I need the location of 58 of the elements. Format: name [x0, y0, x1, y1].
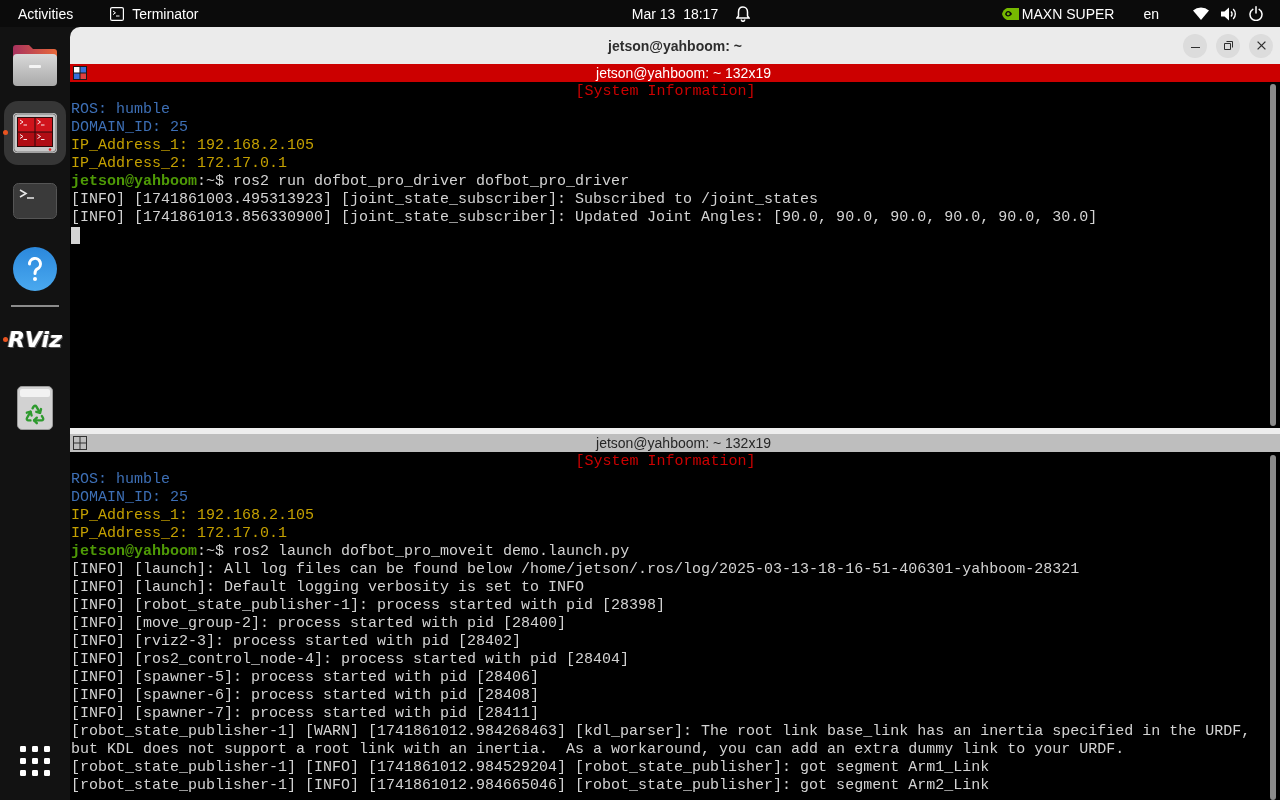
terminal-line: [INFO] [1741861013.856330900] [joint_state_subscriber]: Updated Joint Angles: [90.0, 90.0, 90.0, 90.0, 90.0, 30.0] [71, 209, 1098, 227]
terminal-line: [robot_state_publisher-1] [INFO] [1741861012.984665046] [robot_state_publisher]: got segment Arm2_Link [71, 777, 990, 795]
close-icon [1256, 41, 1266, 50]
terminal-line: jetson@yahboom:~$ ros2 run dofbot_pro_driver dofbot_pro_driver [71, 173, 630, 191]
minimize-icon [1190, 46, 1200, 49]
terminal-line: IP_Address_2: 172.17.0.1 [71, 155, 288, 173]
bell-icon [736, 5, 751, 22]
terminal-line: [INFO] [spawner-6]: process started with pid [28408] [71, 687, 540, 705]
terminal-line: [INFO] [1741861003.495313923] [joint_state_subscriber]: Subscribed to /joint_states [71, 191, 819, 209]
terminal-icon [13, 183, 57, 219]
dock-item[interactable]: RViz [4, 308, 66, 372]
app-menu-button[interactable]: Terminator [110, 4, 199, 23]
terminal-line: [INFO] [robot_state_publisher-1]: process started with pid [28398] [71, 597, 666, 615]
terminal-line: [robot_state_publisher-1] [WARN] [1741861012.984268463] [kdl_parser]: The root link base_link has an inertia specified in the URDF, but KDL does not support a root link with an inertia. As a workaround, you can add an extra dummy link to your URDF. [71, 723, 1252, 759]
terminal-line: [INFO] [spawner-7]: process started with pid [28411] [71, 705, 540, 723]
dock-item[interactable] [4, 101, 66, 165]
date-time-button[interactable]: Mar 13 18:17 [631, 4, 751, 23]
close-button[interactable] [1249, 33, 1273, 58]
terminal-icon [110, 6, 125, 21]
apps-grid-icon[interactable] [20, 746, 50, 776]
folder-icon [13, 44, 57, 86]
scrollbar-thumb[interactable] [1270, 84, 1276, 426]
terminal-line: DOMAIN_ID: 25 [71, 489, 189, 507]
help-icon [13, 247, 57, 291]
terminal-line: IP_Address_1: 192.168.2.105 [71, 507, 315, 525]
terminal-line: ROS: humble [71, 101, 171, 119]
volume-icon [1221, 6, 1237, 21]
terminal-line: ROS: humble [71, 471, 171, 489]
pane-title: jetson@yahboom: ~ 132x19 [596, 434, 771, 452]
restore-icon [1223, 41, 1233, 50]
terminal-line: jetson@yahboom:~$ ros2 launch dofbot_pro_moveit demo.launch.py [71, 543, 630, 561]
terminal-line: [INFO] [launch]: Default logging verbosity is set to INFO [71, 579, 585, 597]
grid-icon [73, 436, 87, 450]
terminal-line: IP_Address_1: 192.168.2.105 [71, 137, 315, 155]
logo-icon [1001, 7, 1019, 20]
system-menu-button[interactable] [1193, 4, 1263, 23]
terminal-line: DOMAIN_ID: 25 [71, 119, 189, 137]
grid-icon [73, 66, 87, 80]
activities-button[interactable]: Activities [18, 4, 74, 23]
window-title: jetson@yahboom: ~ [608, 36, 742, 55]
terminal-line: IP_Address_2: 172.17.0.1 [71, 525, 288, 543]
wifi-icon [1193, 7, 1209, 20]
terminal-line: [INFO] [ros2_control_node-4]: process started with pid [28404] [71, 651, 630, 669]
keyboard-layout-button[interactable]: en [1143, 4, 1159, 23]
terminal-line: [INFO] [move_group-2]: process started with pid [28400] [71, 615, 567, 633]
terminal-line: [INFO] [spawner-5]: process started with pid [28406] [71, 669, 540, 687]
terminal-heading: [System Information] [575, 83, 756, 101]
split-terminal-icon [13, 113, 57, 153]
terminal-heading: [System Information] [575, 453, 756, 471]
terminal-line: [INFO] [rviz2-3]: process started with pid [28402] [71, 633, 522, 651]
pane-title: jetson@yahboom: ~ 132x19 [596, 64, 771, 82]
terminal-line: [robot_state_publisher-1] [INFO] [1741861012.984529204] [robot_state_publisher]: got segment Arm1_Link [71, 759, 990, 777]
power-mode-button[interactable]: MAXN SUPER [1001, 4, 1115, 23]
trash-icon [17, 386, 53, 430]
scrollbar-thumb[interactable] [1270, 455, 1276, 800]
terminal-line: [INFO] [launch]: All log files can be found below /home/jetson/.ros/log/2025-03-13-18-16-51-406301-yahboom-28321 [71, 561, 1080, 579]
maximize-button[interactable] [1216, 33, 1240, 58]
power-icon [1249, 6, 1263, 21]
